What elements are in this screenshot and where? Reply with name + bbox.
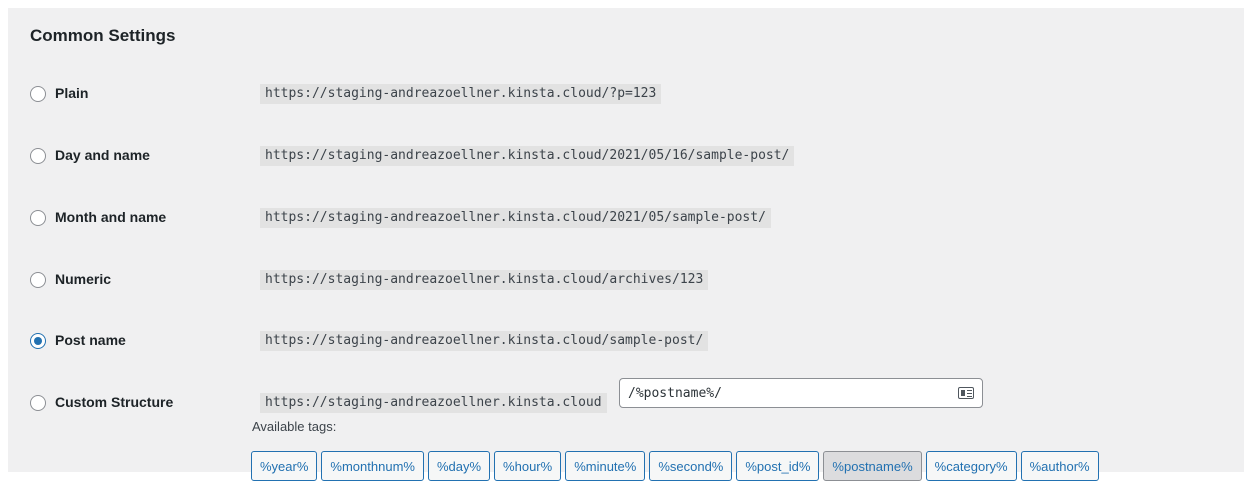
option-label-custom-structure: Custom Structure [55,394,174,410]
radio-plain[interactable] [30,86,46,102]
tag-post-id-button[interactable]: %post_id% [736,451,820,481]
section-title: Common Settings [30,26,176,45]
radio-numeric[interactable] [30,272,46,288]
example-url-plain: https://staging-andreazoellner.kinsta.cl… [260,84,662,104]
tag-year-button[interactable]: %year% [251,451,318,481]
example-url-numeric: https://staging-andreazoellner.kinsta.cl… [260,270,709,290]
example-url-day-and-name: https://staging-andreazoellner.kinsta.cl… [260,146,795,166]
option-label-plain: Plain [55,85,89,101]
tag-monthnum-button[interactable]: %monthnum% [321,451,424,481]
tag-category-button[interactable]: %category% [925,451,1017,481]
radio-post-name[interactable] [30,333,46,349]
option-post-name[interactable]: Post name [30,331,126,351]
tag-day-button[interactable]: %day% [427,451,491,481]
option-label-month-and-name: Month and name [55,209,167,225]
example-url-month-and-name: https://staging-andreazoellner.kinsta.cl… [260,208,771,228]
option-label-day-and-name: Day and name [55,147,150,163]
tag-hour-button[interactable]: %hour% [494,451,562,481]
option-label-post-name: Post name [55,332,126,348]
custom-structure-prefix: https://staging-andreazoellner.kinsta.cl… [260,393,607,413]
tag-postname-button[interactable]: %postname% [823,451,922,481]
option-plain[interactable]: Plain [30,84,88,104]
tag-second-button[interactable]: %second% [649,451,733,481]
option-label-numeric: Numeric [55,271,112,287]
available-tags-label: Available tags: [252,419,337,434]
custom-structure-input[interactable]: /%postname%/ [619,378,983,408]
radio-day-and-name[interactable] [30,148,46,164]
radio-month-and-name[interactable] [30,210,46,226]
option-day-and-name[interactable]: Day and name [30,146,150,166]
custom-structure-value[interactable]: /%postname%/ [628,386,958,401]
option-month-and-name[interactable]: Month and name [30,208,166,228]
example-url-post-name: https://staging-andreazoellner.kinsta.cl… [260,331,709,351]
field-card-icon [958,387,974,399]
tag-author-button[interactable]: %author% [1020,451,1099,481]
option-custom-structure[interactable]: Custom Structure [30,393,173,413]
radio-custom-structure[interactable] [30,395,46,411]
available-tags-list: %year% %monthnum% %day% %hour% %minute% … [251,451,1099,481]
option-numeric[interactable]: Numeric [30,270,111,290]
tag-minute-button[interactable]: %minute% [565,451,646,481]
